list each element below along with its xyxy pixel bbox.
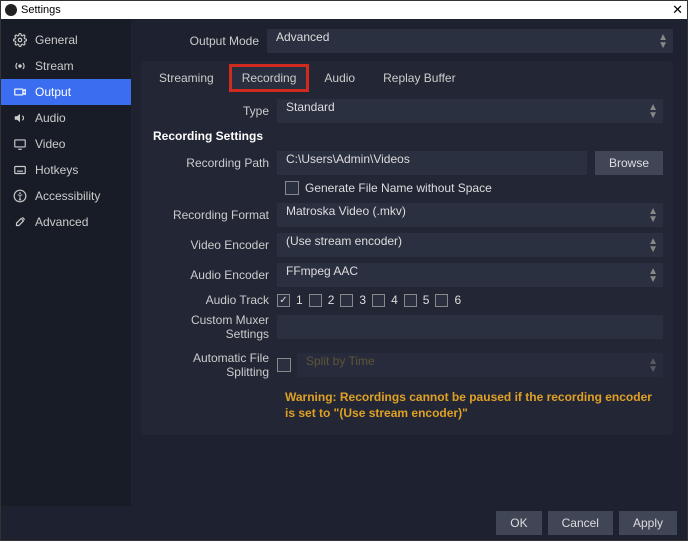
audio-encoder-row: Audio Encoder FFmpeg AAC ▲▼ (151, 263, 663, 287)
recording-format-label: Recording Format (151, 208, 277, 222)
output-mode-label: Output Mode (141, 34, 267, 48)
cancel-button[interactable]: Cancel (548, 511, 613, 535)
recording-format-select[interactable]: Matroska Video (.mkv) ▲▼ (277, 203, 663, 227)
apply-button[interactable]: Apply (619, 511, 677, 535)
output-mode-row: Output Mode Advanced ▲▼ (141, 29, 673, 53)
sidebar-item-hotkeys[interactable]: Hotkeys (1, 157, 131, 183)
audio-track-label: Audio Track (151, 293, 277, 307)
browse-button[interactable]: Browse (595, 151, 663, 175)
video-encoder-label: Video Encoder (151, 238, 277, 252)
recording-panel: Type Standard ▲▼ Recording Settings Reco… (141, 91, 673, 435)
sidebar-item-stream[interactable]: Stream (1, 53, 131, 79)
footer: OK Cancel Apply (1, 506, 687, 540)
audio-track-row: Audio Track ✓1 2 3 4 5 6 (151, 293, 663, 307)
sidebar-item-label: Audio (35, 111, 66, 125)
tab-streaming[interactable]: Streaming (147, 65, 226, 91)
app-icon (5, 4, 17, 16)
sidebar-item-general[interactable]: General (1, 27, 131, 53)
tab-audio[interactable]: Audio (312, 65, 367, 91)
file-splitting-label: Automatic File Splitting (151, 351, 277, 379)
sidebar-item-label: General (35, 33, 78, 47)
recording-path-label: Recording Path (151, 156, 277, 170)
filename-nospace-checkbox[interactable] (285, 181, 299, 195)
sidebar-item-label: Video (35, 137, 65, 151)
sidebar-item-output[interactable]: Output (1, 79, 131, 105)
section-title: Recording Settings (153, 129, 663, 143)
file-splitting-checkbox[interactable] (277, 358, 291, 372)
filename-nospace-row: Generate File Name without Space (151, 181, 663, 195)
main-panel: Output Mode Advanced ▲▼ Streaming Record… (131, 19, 687, 506)
sidebar: General Stream Output Audio Video Hotkey… (1, 19, 131, 506)
audio-encoder-label: Audio Encoder (151, 268, 277, 282)
output-icon (13, 85, 27, 99)
muxer-row: Custom Muxer Settings (151, 313, 663, 341)
track-1-checkbox[interactable]: ✓ (277, 294, 290, 307)
track-6-checkbox[interactable] (435, 294, 448, 307)
video-encoder-select[interactable]: (Use stream encoder) ▲▼ (277, 233, 663, 257)
type-value: Standard (286, 100, 335, 114)
video-encoder-row: Video Encoder (Use stream encoder) ▲▼ (151, 233, 663, 257)
window-title: Settings (21, 4, 61, 16)
type-row: Type Standard ▲▼ (151, 99, 663, 123)
spinner-icon: ▲▼ (658, 34, 668, 50)
monitor-icon (13, 137, 27, 151)
encoder-warning: Warning: Recordings cannot be paused if … (151, 389, 663, 421)
file-splitting-select: Split by Time ▲▼ (297, 353, 663, 377)
sidebar-item-label: Output (35, 85, 71, 99)
sidebar-item-advanced[interactable]: Advanced (1, 209, 131, 235)
type-label: Type (151, 104, 277, 118)
spinner-icon: ▲▼ (648, 238, 658, 254)
track-5-checkbox[interactable] (404, 294, 417, 307)
muxer-label: Custom Muxer Settings (151, 313, 277, 341)
keyboard-icon (13, 163, 27, 177)
speaker-icon (13, 111, 27, 125)
recording-path-input[interactable]: C:\Users\Admin\Videos (277, 151, 587, 175)
sidebar-item-label: Stream (35, 59, 74, 73)
settings-window: Settings ✕ General Stream Output Audio (0, 0, 688, 541)
accessibility-icon (13, 189, 27, 203)
tab-recording[interactable]: Recording (230, 65, 309, 91)
spinner-icon: ▲▼ (648, 208, 658, 224)
close-icon[interactable]: ✕ (672, 2, 683, 18)
file-splitting-row: Automatic File Splitting Split by Time ▲… (151, 351, 663, 379)
gear-icon (13, 33, 27, 47)
sidebar-item-label: Advanced (35, 215, 88, 229)
type-select[interactable]: Standard ▲▼ (277, 99, 663, 123)
broadcast-icon (13, 59, 27, 73)
recording-path-row: Recording Path C:\Users\Admin\Videos Bro… (151, 151, 663, 175)
track-4-checkbox[interactable] (372, 294, 385, 307)
track-3-checkbox[interactable] (340, 294, 353, 307)
sidebar-item-label: Hotkeys (35, 163, 78, 177)
audio-encoder-select[interactable]: FFmpeg AAC ▲▼ (277, 263, 663, 287)
spinner-icon: ▲▼ (648, 104, 658, 120)
sidebar-item-audio[interactable]: Audio (1, 105, 131, 131)
sidebar-item-accessibility[interactable]: Accessibility (1, 183, 131, 209)
muxer-input[interactable] (277, 315, 663, 339)
track-2-checkbox[interactable] (309, 294, 322, 307)
titlebar: Settings ✕ (1, 1, 687, 19)
tools-icon (13, 215, 27, 229)
filename-nospace-label: Generate File Name without Space (305, 181, 492, 195)
tab-replay-buffer[interactable]: Replay Buffer (371, 65, 468, 91)
body: General Stream Output Audio Video Hotkey… (1, 19, 687, 506)
output-mode-value: Advanced (276, 30, 329, 44)
recording-format-row: Recording Format Matroska Video (.mkv) ▲… (151, 203, 663, 227)
audio-track-group: ✓1 2 3 4 5 6 (277, 293, 461, 307)
sidebar-item-label: Accessibility (35, 189, 100, 203)
output-tabs: Streaming Recording Audio Replay Buffer (141, 61, 673, 91)
sidebar-item-video[interactable]: Video (1, 131, 131, 157)
spinner-icon: ▲▼ (648, 268, 658, 284)
ok-button[interactable]: OK (496, 511, 541, 535)
output-mode-select[interactable]: Advanced ▲▼ (267, 29, 673, 53)
spinner-icon: ▲▼ (648, 358, 658, 374)
